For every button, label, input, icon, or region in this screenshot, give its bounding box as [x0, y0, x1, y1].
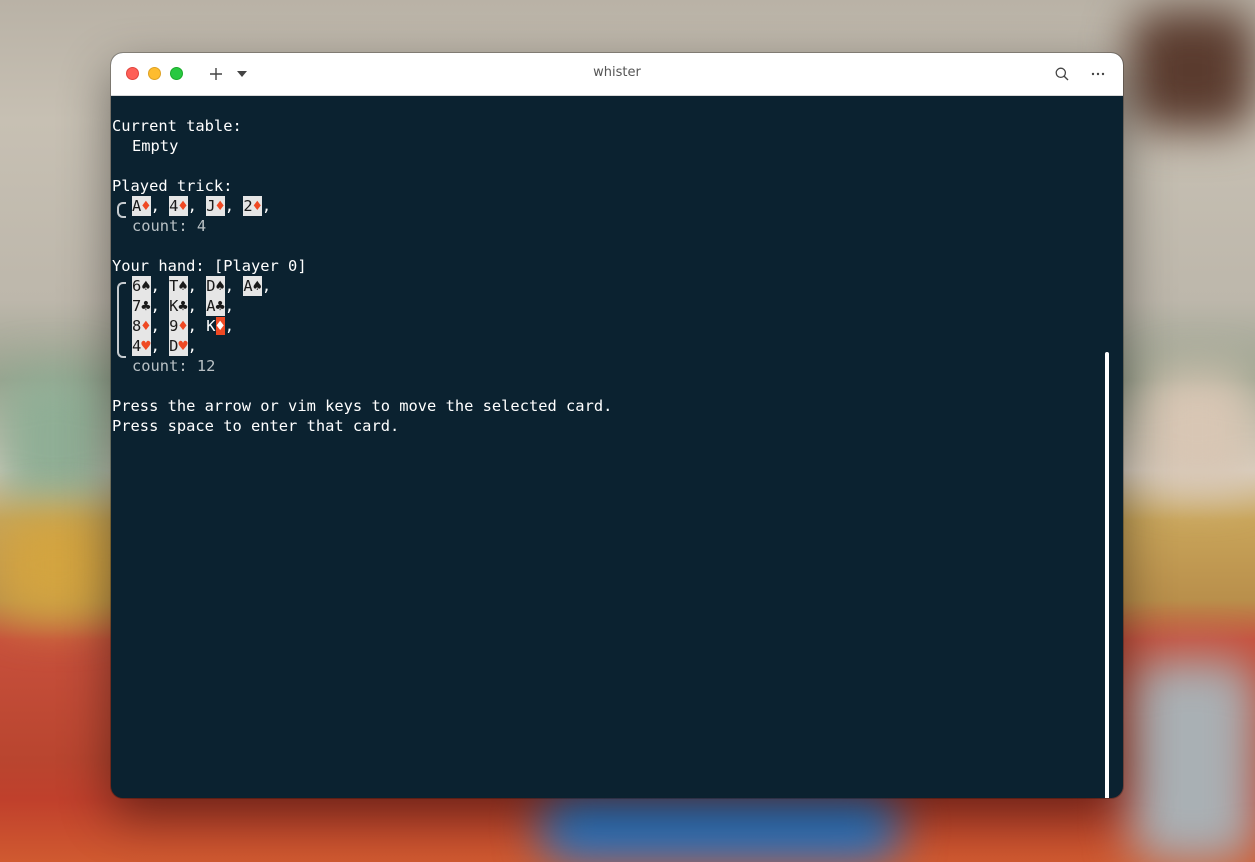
window-title: whister [593, 65, 641, 80]
background-shape [0, 370, 110, 510]
card-separator: , [224, 197, 244, 215]
card-rank: T [169, 277, 179, 295]
background-shape [1140, 370, 1255, 490]
card-separator: , [187, 297, 207, 315]
current-table-label: Current table: [112, 117, 242, 135]
hand-row: 4♥, D♥, [132, 336, 197, 356]
card[interactable]: 8♦ [132, 316, 151, 336]
terminal-content[interactable]: Current table: Empty Played trick: A♦, 4… [112, 96, 1112, 798]
card[interactable]: D♥ [169, 336, 188, 356]
card-rank: A [206, 297, 216, 315]
played-trick-label: Played trick: [112, 177, 233, 195]
card-rank: 2 [243, 197, 253, 215]
help-text-enter: Press space to enter that card. [112, 417, 400, 435]
card-suit: ♣ [215, 297, 225, 315]
card-rank: 4 [132, 337, 142, 355]
card-separator: , [187, 317, 207, 335]
card-suit: ♣ [141, 297, 151, 315]
card-rank: 9 [169, 317, 179, 335]
card[interactable]: 9♦ [169, 316, 188, 336]
card[interactable]: T♠ [169, 276, 188, 296]
card[interactable]: 6♠ [132, 276, 151, 296]
card-rank: 6 [132, 277, 142, 295]
card[interactable]: 2♦ [243, 196, 262, 216]
card-suit: ♦ [252, 197, 262, 215]
card-suit: ♠ [141, 277, 151, 295]
card-rank: A [243, 277, 253, 295]
card-separator: , [150, 337, 170, 355]
scrollbar[interactable] [1105, 352, 1109, 798]
card[interactable]: A♦ [132, 196, 151, 216]
card[interactable]: A♣ [206, 296, 225, 316]
played-trick-cards: A♦, 4♦, J♦, 2♦, [132, 196, 271, 216]
card-separator: , [150, 317, 170, 335]
terminal-window: whister Current table: Empty Played tric… [111, 53, 1123, 798]
background-shape [0, 510, 115, 620]
search-button[interactable] [1053, 63, 1071, 85]
hand-row: 7♣, K♣, A♣, [132, 296, 234, 316]
card-separator: , [150, 197, 170, 215]
search-icon [1055, 67, 1069, 81]
card-rank: D [206, 277, 216, 295]
card-suit: ♠ [252, 277, 262, 295]
hand-row: 6♠, T♠, D♠, A♠, [132, 276, 271, 296]
card[interactable]: 4♦ [169, 196, 188, 216]
card[interactable]: K♣ [169, 296, 188, 316]
card-separator: , [187, 277, 207, 295]
background-shape [540, 790, 900, 862]
card-suit: ♠ [178, 277, 188, 295]
card-suit: ♥ [178, 337, 188, 355]
played-trick-count: count: 4 [132, 217, 207, 235]
card[interactable]: 4♥ [132, 336, 151, 356]
selected-card[interactable]: K♦ [206, 316, 225, 336]
card[interactable]: 7♣ [132, 296, 151, 316]
trick-bracket [117, 208, 126, 218]
card-separator: , [224, 297, 235, 315]
card-rank: K [206, 317, 216, 335]
help-text-move: Press the arrow or vim keys to move the … [112, 397, 613, 415]
card-suit: ♣ [178, 297, 188, 315]
hand-label: Your hand: [Player 0] [112, 257, 307, 275]
more-icon [1091, 72, 1105, 76]
background-shape [1130, 10, 1255, 130]
hand-bracket [117, 340, 126, 358]
title-bar: whister [111, 53, 1123, 96]
card-separator: , [187, 337, 197, 355]
card-suit: ♦ [215, 197, 225, 215]
card-suit: ♥ [141, 337, 151, 355]
card-suit: ♦ [141, 197, 151, 215]
card[interactable]: D♠ [206, 276, 225, 296]
current-table-value: Empty [132, 137, 179, 155]
card-separator: , [261, 197, 272, 215]
card-rank: 8 [132, 317, 142, 335]
card-rank: 7 [132, 297, 142, 315]
hand-count: count: 12 [132, 357, 216, 375]
card-suit: ♦ [215, 317, 225, 335]
card-separator: , [150, 277, 170, 295]
card-rank: A [132, 197, 142, 215]
card-separator: , [224, 277, 244, 295]
hand-row: 8♦, 9♦, K♦, [132, 316, 234, 336]
card-separator: , [261, 277, 272, 295]
more-options-button[interactable] [1089, 63, 1107, 85]
card[interactable]: A♠ [243, 276, 262, 296]
card-suit: ♠ [215, 277, 225, 295]
card-suit: ♦ [141, 317, 151, 335]
card[interactable]: J♦ [206, 196, 225, 216]
card-rank: J [206, 197, 216, 215]
background-shape [1130, 660, 1255, 862]
card-separator: , [150, 297, 170, 315]
hand-bracket [117, 282, 126, 342]
card-suit: ♦ [178, 197, 188, 215]
card-rank: D [169, 337, 179, 355]
card-rank: K [169, 297, 179, 315]
card-separator: , [187, 197, 207, 215]
card-rank: 4 [169, 197, 179, 215]
card-suit: ♦ [178, 317, 188, 335]
card-separator: , [224, 317, 235, 335]
